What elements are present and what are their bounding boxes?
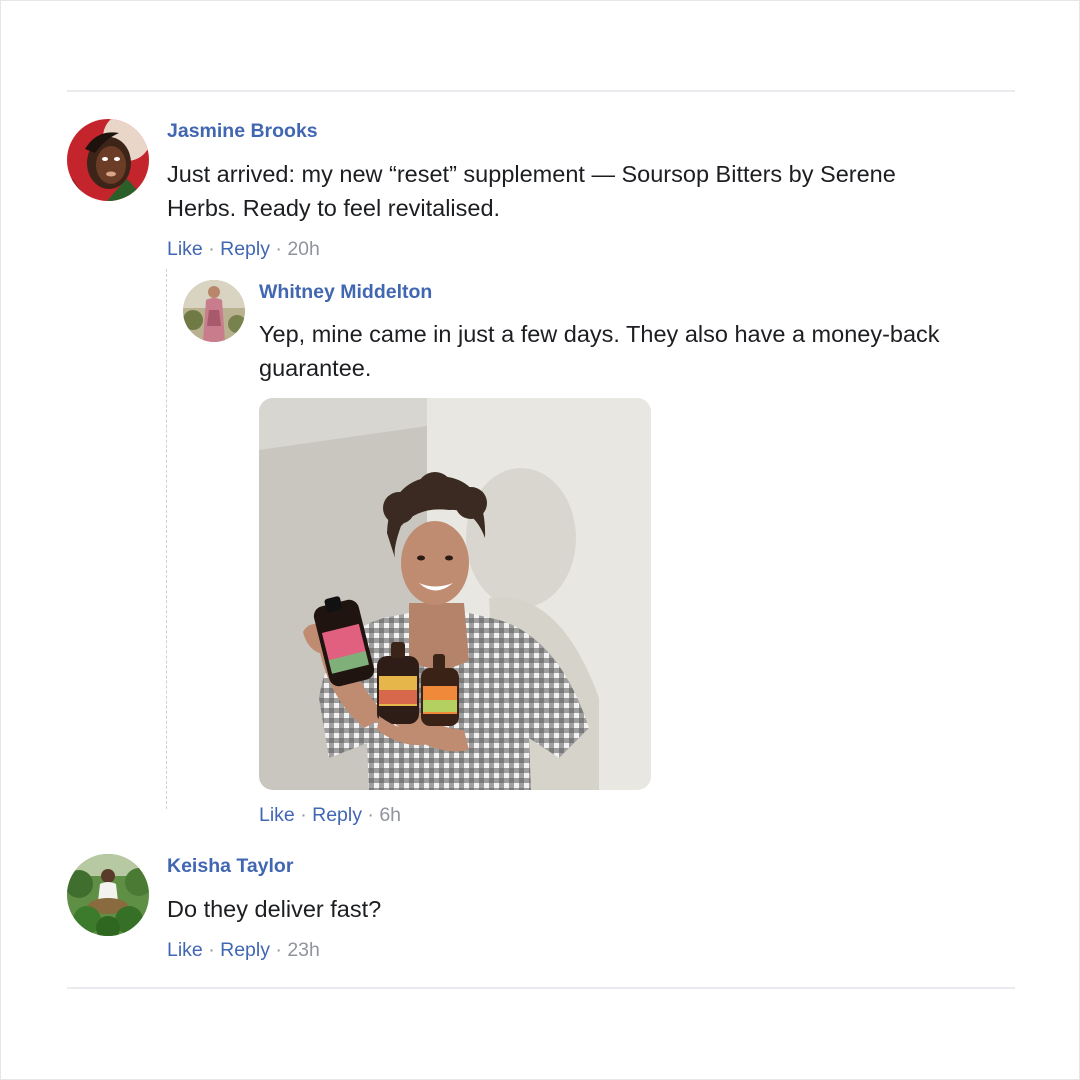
comment-actions: Like · Reply · 23h [167, 939, 320, 961]
like-button[interactable]: Like [167, 238, 203, 260]
avatar-whitney-middelton[interactable] [183, 280, 245, 342]
reply-thread-line [166, 269, 167, 809]
comment-actions: Like · Reply · 20h [167, 238, 320, 260]
author-name[interactable]: Jasmine Brooks [167, 120, 318, 142]
comment-text: Yep, mine came in just a few days. They … [259, 317, 1019, 385]
photo-image [259, 398, 651, 790]
reply-button[interactable]: Reply [312, 804, 362, 826]
avatar-image [183, 280, 245, 342]
comments-panel: Jasmine Brooks Just arrived: my new “res… [0, 0, 1080, 1080]
comment-text-line: Yep, mine came in just a few days. They … [259, 321, 940, 347]
comment-text-line: Herbs. Ready to feel revitalised. [167, 195, 501, 221]
separator: · [367, 804, 380, 826]
avatar-keisha-taylor[interactable] [67, 854, 149, 936]
comment-text: Do they deliver fast? [167, 892, 1017, 926]
separator: · [208, 939, 221, 961]
comment-text: Just arrived: my new “reset” supplement … [167, 157, 1017, 225]
comment-text-line: Do they deliver fast? [167, 896, 382, 922]
comment-text-line: Just arrived: my new “reset” supplement … [167, 161, 896, 187]
bottom-divider [67, 987, 1015, 989]
avatar-image [67, 854, 149, 936]
like-button[interactable]: Like [167, 939, 203, 961]
comment-text-line: guarantee. [259, 355, 372, 381]
separator: · [208, 238, 221, 260]
author-name[interactable]: Keisha Taylor [167, 855, 293, 877]
separator: · [275, 939, 288, 961]
comment-photo[interactable] [259, 398, 651, 790]
reply-button[interactable]: Reply [220, 939, 270, 961]
avatar-jasmine-brooks[interactable] [67, 119, 149, 201]
like-button[interactable]: Like [259, 804, 295, 826]
separator: · [300, 804, 313, 826]
author-name[interactable]: Whitney Middelton [259, 281, 432, 303]
avatar-image [67, 119, 149, 201]
timestamp[interactable]: 6h [379, 804, 401, 826]
reply-button[interactable]: Reply [220, 238, 270, 260]
top-divider [67, 90, 1015, 92]
comment-actions: Like · Reply · 6h [259, 804, 401, 826]
timestamp[interactable]: 23h [287, 939, 320, 961]
separator: · [275, 238, 288, 260]
timestamp[interactable]: 20h [287, 238, 320, 260]
